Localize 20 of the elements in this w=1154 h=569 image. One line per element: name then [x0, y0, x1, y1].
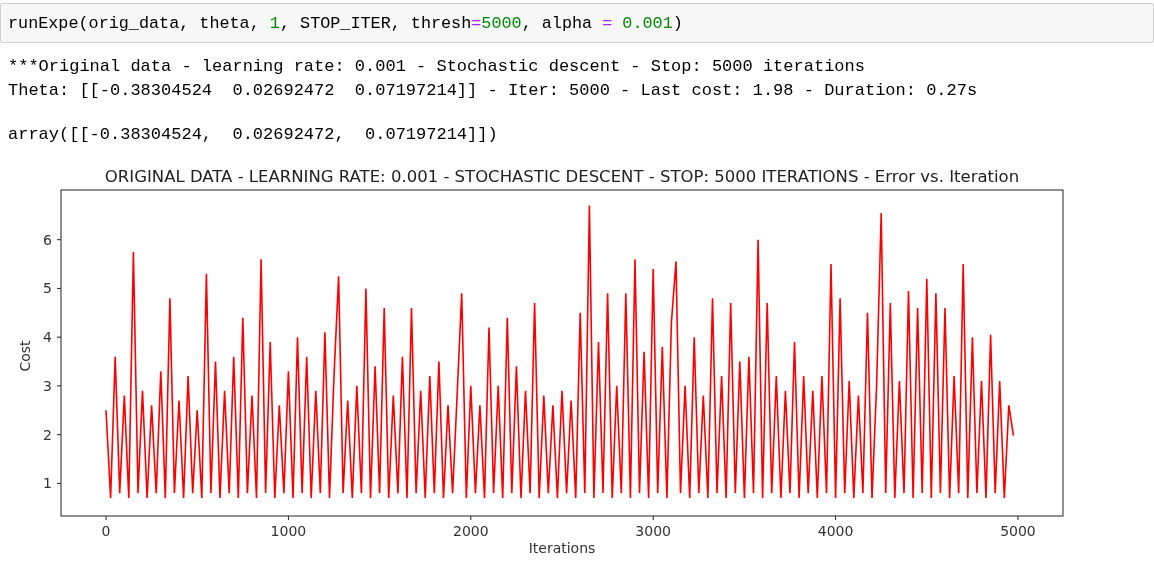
x-tick-label: 5000	[1000, 523, 1036, 539]
x-axis-label: Iterations	[528, 540, 596, 556]
chart-title: ORIGINAL DATA - LEARNING RATE: 0.001 - STOCHASTIC DESCENT - STOP: 5000 ITERATIONS - Error vs. Iteration	[104, 167, 1020, 186]
output-line: ***Original data - learning rate: 0.001 - Stochastic descent - Stop: 5000 iterations	[8, 56, 866, 78]
result-line: array([[-0.38304524, 0.02692472, 0.07197214]])	[8, 124, 499, 146]
y-tick-label: 2	[43, 426, 52, 443]
y-tick-label: 6	[43, 231, 52, 248]
x-tick-label: 3000	[635, 523, 671, 539]
y-tick-label: 5	[43, 280, 52, 297]
x-tick-label: 0	[101, 523, 111, 539]
y-axis-label: Cost	[17, 340, 33, 372]
x-tick-label: 1000	[270, 523, 307, 539]
x-tick-label: 2000	[453, 523, 489, 539]
output-line: Theta: [[-0.38304524 0.02692472 0.07197214]] - Iter: 5000 - Last cost: 1.98 - Duration: 0.27s	[8, 80, 979, 102]
y-tick-label: 4	[43, 329, 52, 346]
x-tick-label: 4000	[817, 523, 854, 539]
y-tick-label: 1	[43, 475, 52, 492]
y-tick-label: 3	[43, 377, 52, 394]
code-cell[interactable]: runExpe(orig_data, theta, 1, STOP_ITER, thresh=5000, alpha = 0.001)	[0, 3, 1154, 43]
code-line: runExpe(orig_data, theta, 1, STOP_ITER, thresh=5000, alpha = 0.001)	[8, 13, 683, 33]
